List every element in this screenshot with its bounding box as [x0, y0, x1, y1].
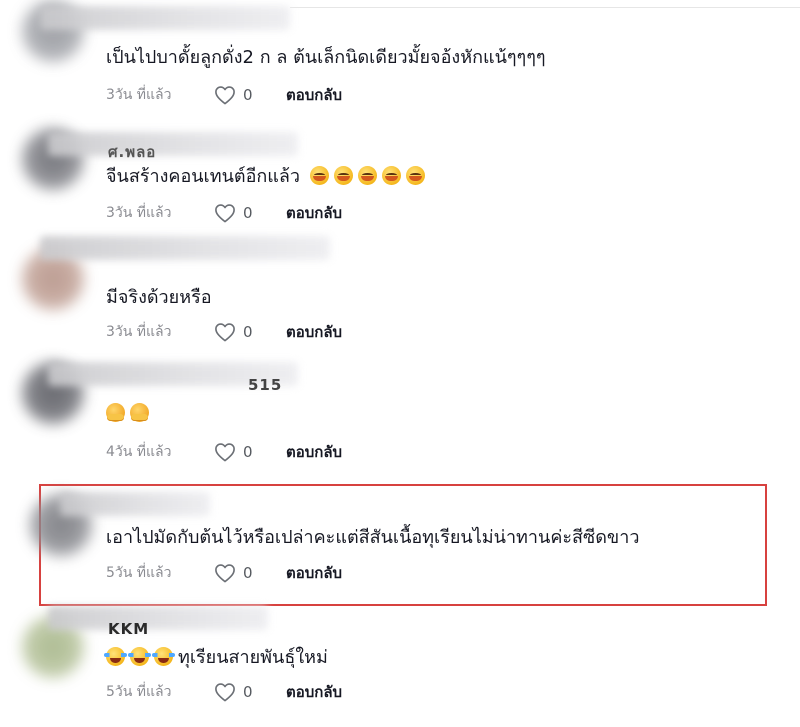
reply-button[interactable]: ตอบกลับ [286, 201, 342, 225]
comment-meta: 3วัน ที่แล้ว 0 ตอบกลับ [106, 202, 342, 224]
emoji-group [309, 165, 430, 189]
comment-item: ศ.พลอ จีนสร้างคอนเทนต์อีกแล้ว 3วัน ที่แล… [0, 118, 800, 236]
comment-time: 5วัน ที่แล้ว [106, 684, 172, 700]
like-count: 0 [243, 683, 253, 701]
like-button[interactable]: 0 [214, 203, 286, 223]
blush-emoji [309, 166, 329, 185]
comment-item: เอาไปมัดกับต้นไว้หรือเปล่าคะแต่สีสันเนื้… [0, 484, 800, 602]
like-count: 0 [243, 323, 253, 341]
comment-meta: 3วัน ที่แล้ว 0 ตอบกลับ [106, 84, 342, 106]
comment-meta: 3วัน ที่แล้ว 0 ตอบกลับ [106, 321, 342, 343]
heart-icon [215, 683, 235, 702]
comment-time: 3วัน ที่แล้ว [106, 324, 172, 340]
reply-button[interactable]: ตอบกลับ [286, 680, 342, 704]
hugging-emoji [106, 403, 125, 422]
like-count: 0 [243, 204, 253, 222]
heart-icon [215, 323, 235, 342]
heart-icon [215, 443, 235, 462]
reply-button[interactable]: ตอบกลับ [286, 440, 342, 464]
hugging-emoji [130, 403, 149, 422]
comment-time: 5วัน ที่แล้ว [106, 565, 172, 581]
comment-text: ทุเรียนสายพันธุ์ใหม่ [104, 646, 328, 670]
blush-emoji [405, 166, 425, 185]
heart-icon [215, 86, 235, 105]
comment-meta: 4วัน ที่แล้ว 0 ตอบกลับ [106, 441, 342, 463]
username-fragment: 515 [248, 376, 283, 394]
like-button[interactable]: 0 [214, 682, 286, 702]
comment-text-content: ทุเรียนสายพันธุ์ใหม่ [178, 647, 328, 668]
joy-emoji [104, 647, 127, 666]
comment-item: มีจริงด้วยหรือ 3วัน ที่แล้ว 0 ตอบกลับ [0, 236, 800, 354]
blush-emoji [333, 166, 353, 185]
blurred-username[interactable] [40, 236, 330, 260]
reply-button[interactable]: ตอบกลับ [286, 83, 342, 107]
like-button[interactable]: 0 [214, 85, 286, 105]
joy-emoji [152, 647, 175, 666]
like-button[interactable]: 0 [214, 442, 286, 462]
blurred-username[interactable] [48, 606, 268, 630]
blurred-username[interactable] [40, 6, 290, 30]
joy-emoji [128, 647, 151, 666]
comment-time: 4วัน ที่แล้ว [106, 444, 172, 460]
comment-text-content: จีนสร้างคอนเทนต์อีกแล้ว [106, 166, 301, 187]
comment-meta: 5วัน ที่แล้ว 0 ตอบกลับ [106, 681, 342, 703]
blush-emoji [381, 166, 401, 185]
comment-time: 3วัน ที่แล้ว [106, 87, 172, 103]
heart-icon [215, 204, 235, 223]
username-fragment: KKM [108, 620, 150, 638]
comment-text: มีจริงด้วยหรือ [106, 287, 212, 308]
comment-text: เป็นไปบาดั้ยลูกดั่ง2 ก ล ต้นเล็กนิดเดียว… [106, 47, 546, 68]
comment-text [106, 402, 154, 426]
heart-icon [215, 564, 235, 583]
comment-text: เอาไปมัดกับต้นไว้หรือเปล่าคะแต่สีสันเนื้… [106, 527, 640, 548]
blush-emoji [357, 166, 377, 185]
comment-time: 3วัน ที่แล้ว [106, 205, 172, 221]
blurred-username[interactable] [60, 492, 210, 516]
like-count: 0 [243, 564, 253, 582]
comment-item: เป็นไปบาดั้ยลูกดั่ง2 ก ล ต้นเล็กนิดเดียว… [0, 0, 800, 118]
reply-button[interactable]: ตอบกลับ [286, 320, 342, 344]
comment-text: จีนสร้างคอนเทนต์อีกแล้ว [106, 165, 430, 189]
like-button[interactable]: 0 [214, 563, 286, 583]
like-count: 0 [243, 86, 253, 104]
comment-item: 515 4วัน ที่แล้ว 0 ตอบกลับ [0, 354, 800, 472]
comment-item: KKM ทุเรียนสายพันธุ์ใหม่ 5วัน ที่แล้ว 0 … [0, 606, 800, 727]
blurred-username[interactable] [48, 132, 298, 156]
comment-meta: 5วัน ที่แล้ว 0 ตอบกลับ [106, 562, 342, 584]
reply-button[interactable]: ตอบกลับ [286, 561, 342, 585]
like-count: 0 [243, 443, 253, 461]
username-fragment: ศ.พลอ [108, 143, 157, 161]
like-button[interactable]: 0 [214, 322, 286, 342]
